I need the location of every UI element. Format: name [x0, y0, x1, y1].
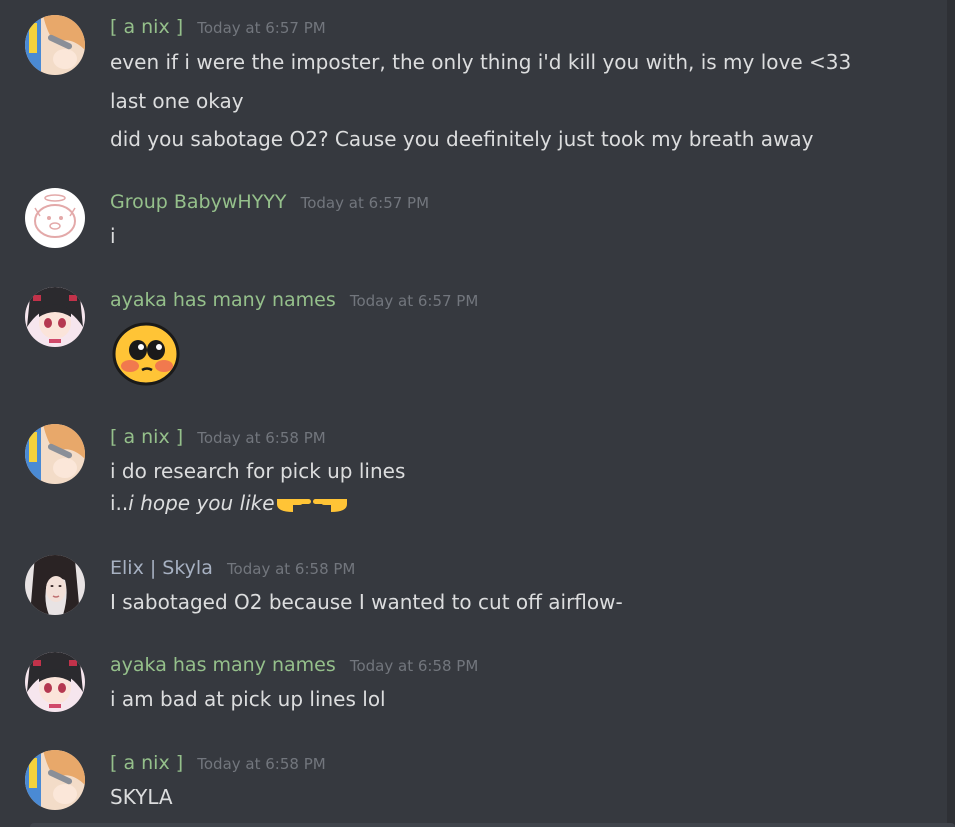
- avatar-anix-image: [25, 424, 85, 484]
- avatar-anix[interactable]: [25, 15, 85, 75]
- timestamp: Today at 6:57 PM: [197, 19, 326, 37]
- message-text-prefix: i..: [110, 491, 129, 515]
- avatar-anime-girl-image: [25, 287, 85, 347]
- message-header: [ a nix ] Today at 6:57 PM: [110, 16, 326, 38]
- username[interactable]: ayaka has many names: [110, 289, 336, 311]
- message-text: I sabotaged O2 because I wanted to cut o…: [110, 590, 623, 614]
- message-text: i am bad at pick up lines lol: [110, 687, 386, 711]
- message-header: ayaka has many names Today at 6:57 PM: [110, 289, 478, 311]
- pointing-left-emoji: [312, 492, 349, 519]
- avatar-anix[interactable]: [25, 424, 85, 484]
- pleading-blushing-face-emoji: [108, 318, 183, 388]
- message-text-italic-line: i..i hope you like: [110, 491, 349, 519]
- message-text: last one okay: [110, 89, 244, 113]
- message-header: Elix | Skyla Today at 6:58 PM: [110, 557, 355, 579]
- username[interactable]: Elix | Skyla: [110, 557, 213, 579]
- timestamp: Today at 6:58 PM: [349, 657, 479, 675]
- message-header: [ a nix ] Today at 6:58 PM: [110, 426, 326, 448]
- username[interactable]: [ a nix ]: [110, 426, 183, 448]
- avatar-ayaka[interactable]: [25, 652, 85, 712]
- message-input-edge[interactable]: [30, 823, 955, 827]
- pointing-right-emoji: [275, 492, 313, 519]
- message-text: i: [110, 224, 116, 248]
- message-text: did you sabotage O2? Cause you deefinite…: [110, 127, 814, 151]
- username[interactable]: ayaka has many names: [110, 654, 336, 676]
- avatar-anix-image: [25, 750, 85, 810]
- avatar-anix[interactable]: [25, 750, 85, 810]
- timestamp: Today at 6:57 PM: [349, 292, 479, 310]
- username[interactable]: Group BabywHYYY: [110, 191, 287, 213]
- avatar-pig-sketch-image: [25, 188, 85, 248]
- message-text: SKYLA: [110, 785, 173, 809]
- timestamp: Today at 6:58 PM: [197, 755, 326, 773]
- avatar-elix-skyla[interactable]: [25, 555, 85, 615]
- username[interactable]: [ a nix ]: [110, 16, 183, 38]
- timestamp: Today at 6:57 PM: [300, 194, 430, 212]
- username[interactable]: [ a nix ]: [110, 752, 183, 774]
- avatar-group-babywhyyy[interactable]: [25, 188, 85, 248]
- avatar-anime-girl-image: [25, 652, 85, 712]
- timestamp: Today at 6:58 PM: [226, 560, 356, 578]
- avatar-portrait-image: [25, 555, 85, 615]
- chat-messages: [ a nix ] Today at 6:57 PM even if i wer…: [0, 0, 955, 827]
- message-text: i do research for pick up lines: [110, 459, 406, 483]
- message-text: even if i were the imposter, the only th…: [110, 50, 852, 74]
- message-header: Group BabywHYYY Today at 6:57 PM: [110, 191, 429, 213]
- timestamp: Today at 6:58 PM: [197, 429, 326, 447]
- message-text-italic: i hope you like: [128, 491, 275, 515]
- message-header: ayaka has many names Today at 6:58 PM: [110, 654, 478, 676]
- avatar-ayaka[interactable]: [25, 287, 85, 347]
- message-header: [ a nix ] Today at 6:58 PM: [110, 752, 326, 774]
- scrollbar[interactable]: [947, 0, 955, 827]
- avatar-anix-image: [25, 15, 85, 75]
